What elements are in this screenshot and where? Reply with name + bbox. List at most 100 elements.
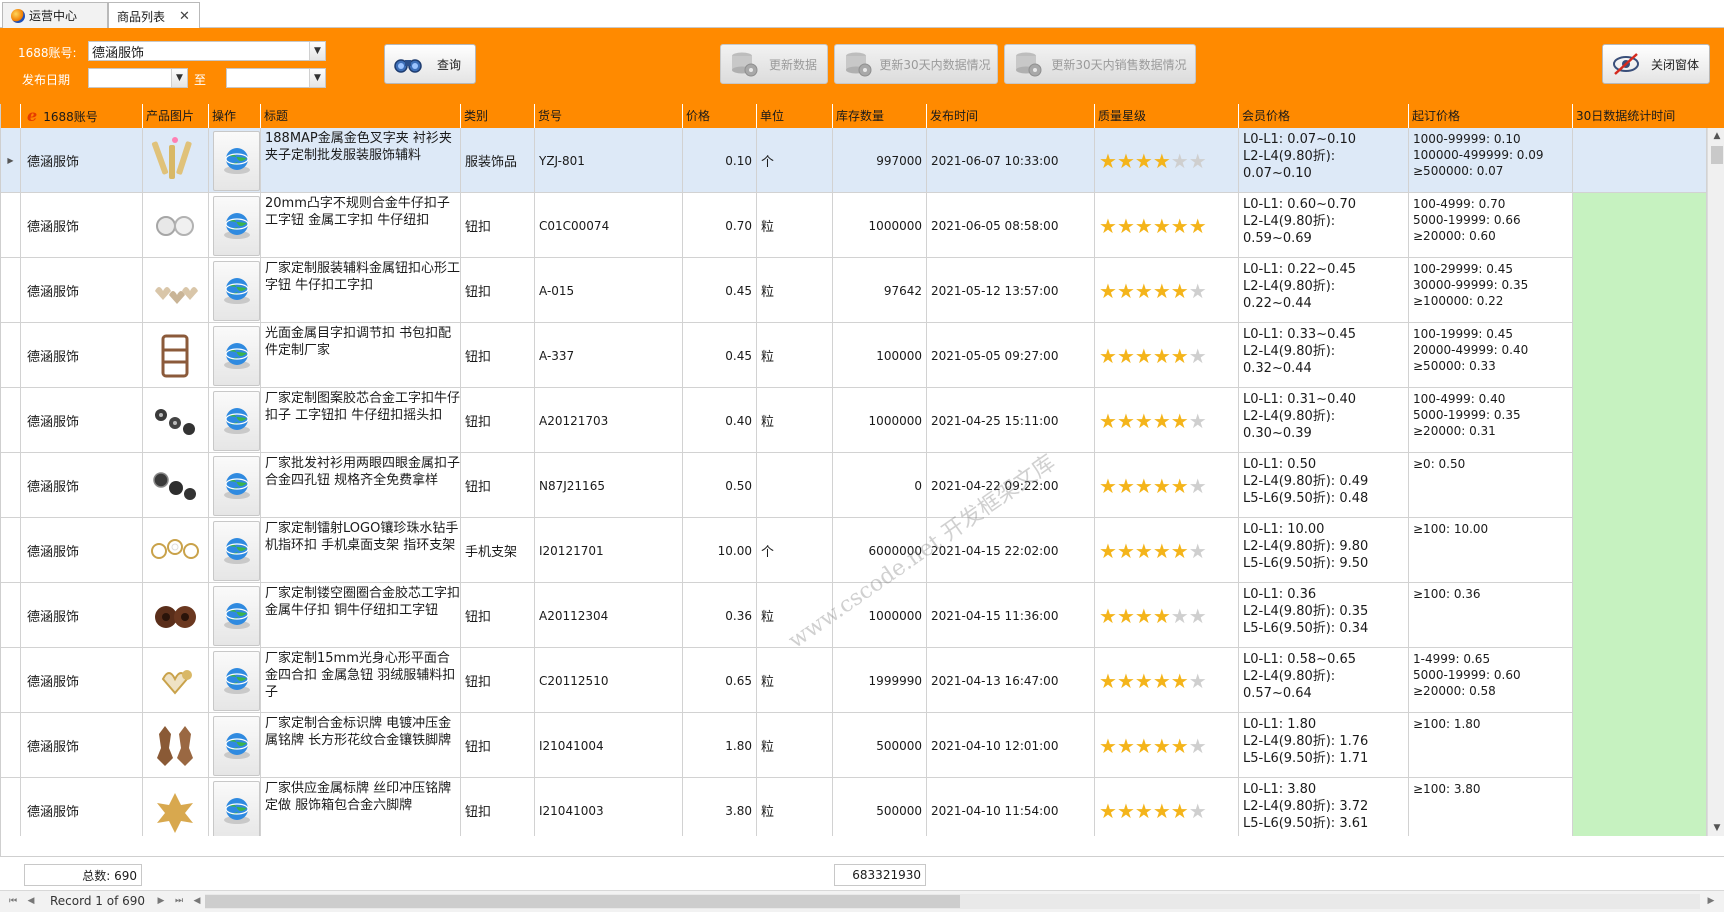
view-product-button[interactable] (213, 715, 260, 776)
header-category[interactable]: 类别 (461, 104, 535, 128)
star-rating: ★★★★★★ (1099, 606, 1207, 626)
scroll-left-icon[interactable]: ◀ (190, 894, 204, 908)
header-account[interactable]: e 1688账号 (21, 104, 143, 128)
row-indicator[interactable] (1, 453, 21, 518)
row-indicator[interactable] (1, 778, 21, 836)
vertical-scrollbar[interactable]: ▲ ▼ (1707, 128, 1724, 836)
star-rating: ★★★★★★ (1099, 541, 1207, 561)
header-title[interactable]: 标题 (261, 104, 461, 128)
view-product-button[interactable] (213, 325, 260, 386)
view-product-button[interactable] (213, 390, 260, 451)
header-stat-time[interactable]: 30日数据统计时间 (1573, 104, 1724, 128)
update-data-button[interactable]: 更新数据 (720, 44, 828, 84)
next-record-icon[interactable]: ▶ (154, 894, 168, 908)
cell-category: 钮扣 (461, 453, 535, 518)
cell-published: 2021-05-05 09:27:00 (927, 323, 1095, 388)
cell-product-image (143, 453, 209, 518)
table-row[interactable]: 德涵服饰 光面金属目字扣调节扣 书包扣配件定制厂家 钮扣 A-337 0.45 粒 1000… (1, 323, 1707, 388)
close-window-button[interactable]: 关闭窗体 (1602, 44, 1710, 84)
cell-account: 德涵服饰 (21, 648, 143, 713)
row-indicator[interactable] (1, 258, 21, 323)
false: 100-29999: 0.45 (1413, 262, 1513, 276)
view-product-button[interactable] (213, 130, 260, 191)
header-action[interactable]: 操作 (209, 104, 261, 128)
star-filled-icon: ★ (1134, 213, 1153, 238)
cell-published: 2021-04-15 11:36:00 (927, 583, 1095, 648)
scroll-thumb[interactable] (1711, 146, 1723, 164)
scroll-down-icon[interactable]: ▼ (1708, 820, 1724, 836)
false: ≥100: 10.00 (1413, 522, 1489, 536)
current-row-arrow-icon[interactable]: ▶ (1, 128, 21, 193)
header-moq-price[interactable]: 起订价格 (1409, 104, 1573, 128)
update-30day-button[interactable]: 更新30天内数据情况 (834, 44, 998, 84)
table-row[interactable]: 德涵服饰 厂家定制镭射LOGO镶珍珠水钻手机指环扣 手机桌面支架 指环支架 手机支架… (1, 518, 1707, 583)
table-row[interactable]: 德涵服饰 20mm凸字不规则合金牛仔扣子工字钮 金属工字扣 牛仔纽扣 钮扣 C01C0… (1, 193, 1707, 258)
account-label: 1688账号: (18, 46, 77, 60)
table-row[interactable]: ▶ 德涵服饰 188MAP金属金色叉字夹 衬衫夹 夹子定制批发服装服饰辅料 服装饰品 Y… (1, 128, 1707, 193)
date-to-picker[interactable]: ▼ (226, 68, 326, 88)
row-indicator[interactable] (1, 518, 21, 583)
row-indicator[interactable] (1, 388, 21, 453)
star-filled-icon: ★ (1170, 343, 1189, 368)
chevron-down-icon[interactable]: ▼ (309, 69, 325, 87)
header-stars[interactable]: 质量星级 (1095, 104, 1239, 128)
query-button[interactable]: 查询 (384, 44, 476, 84)
header-published[interactable]: 发布时间 (927, 104, 1095, 128)
table-row[interactable]: 德涵服饰 厂家定制15mm光身心形平面合金四合扣 金属急钮 羽绒服辅料扣子 钮扣 C2… (1, 648, 1707, 713)
horizontal-scrollbar[interactable] (205, 894, 1700, 909)
update-30day-sales-button[interactable]: 更新30天内销售数据情况 (1004, 44, 1196, 84)
view-product-button[interactable] (213, 585, 260, 646)
row-indicator[interactable] (1, 193, 21, 258)
cell-quality-stars: ★★★★★★ (1095, 518, 1239, 583)
tab-product-list[interactable]: 商品列表 ✕ (108, 2, 200, 29)
table-row[interactable]: 德涵服饰 厂家定制服装辅料金属钮扣心形工字钮 牛仔扣工字扣 钮扣 A-015 0.45 粒… (1, 258, 1707, 323)
cell-stock: 1000000 (833, 193, 927, 258)
header-image[interactable]: 产品图片 (143, 104, 209, 128)
view-product-button[interactable] (213, 520, 260, 581)
cell-sku: A20121703 (535, 388, 683, 453)
scroll-up-icon[interactable]: ▲ (1708, 128, 1724, 144)
row-indicator[interactable] (1, 583, 21, 648)
false: L5-L6(9.50折): 0.34 (1243, 621, 1369, 636)
horizontal-scroll-thumb[interactable] (205, 895, 960, 908)
prev-record-icon[interactable]: ◀ (24, 894, 38, 908)
header-unit[interactable]: 单位 (757, 104, 833, 128)
row-indicator[interactable] (1, 713, 21, 778)
view-product-button[interactable] (213, 650, 260, 711)
cell-sku: A-015 (535, 258, 683, 323)
header-price[interactable]: 价格 (683, 104, 757, 128)
header-sku[interactable]: 货号 (535, 104, 683, 128)
view-product-button[interactable] (213, 455, 260, 516)
date-from-picker[interactable]: ▼ (88, 68, 188, 88)
cell-member-price: L0-L1: 10.00 L2-L4(9.80折): 9.80 L5-L6(9.50… (1239, 518, 1409, 583)
close-icon[interactable]: ✕ (179, 9, 190, 24)
row-indicator[interactable] (1, 323, 21, 388)
scroll-right-icon[interactable]: ▶ (1704, 894, 1718, 908)
view-product-button[interactable] (213, 260, 260, 321)
database-gear-icon (1013, 50, 1043, 78)
chevron-down-icon[interactable]: ▼ (309, 42, 325, 60)
view-product-button[interactable] (213, 780, 260, 836)
cell-quality-stars: ★★★★★★ (1095, 713, 1239, 778)
header-member-price[interactable]: 会员价格 (1239, 104, 1409, 128)
false: L0-L1: 0.31~0.40 (1243, 392, 1357, 407)
table-row[interactable]: 德涵服饰 厂家供应金属标牌 丝印冲压铭牌定做 服饰箱包合金六脚牌 钮扣 I210410… (1, 778, 1707, 836)
false: ≥100: 3.80 (1413, 782, 1481, 796)
table-row[interactable]: 德涵服饰 厂家定制镂空圈圈合金胶芯工字扣 金属牛仔扣 铜牛仔纽扣工字钮 钮扣 A201… (1, 583, 1707, 648)
false: 100-4999: 0.40 (1413, 392, 1506, 406)
tab-operations-center[interactable]: 运营中心 (2, 2, 108, 28)
last-record-icon[interactable]: ⏭ (172, 894, 186, 908)
false: ≥500000: 0.07 (1413, 164, 1504, 178)
row-indicator[interactable] (1, 648, 21, 713)
account-select[interactable]: 德涵服饰 ▼ (88, 41, 326, 61)
table-row[interactable]: 德涵服饰 厂家批发衬衫用两眼四眼金属扣子 合金四孔钮 规格齐全免费拿样 钮扣 N87J… (1, 453, 1707, 518)
table-row[interactable]: 德涵服饰 厂家定制图案胶芯合金工字扣牛仔扣子 工字钮扣 牛仔纽扣摇头扣 钮扣 A201… (1, 388, 1707, 453)
header-stock[interactable]: 库存数量 (833, 104, 927, 128)
chevron-down-icon[interactable]: ▼ (171, 69, 187, 87)
product-thumbnail (161, 669, 192, 695)
table-row[interactable]: 德涵服饰 厂家定制合金标识牌 电镀冲压金属铭牌 长方形花纹合金镶铁脚牌 钮扣 I210… (1, 713, 1707, 778)
cell-published: 2021-05-12 13:57:00 (927, 258, 1095, 323)
star-filled-icon: ★ (1170, 733, 1189, 758)
view-product-button[interactable] (213, 195, 260, 256)
first-record-icon[interactable]: ⏮ (6, 894, 20, 908)
